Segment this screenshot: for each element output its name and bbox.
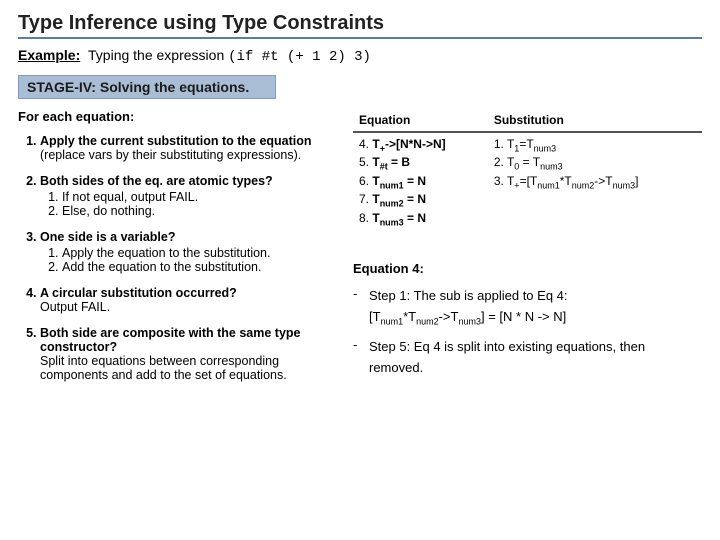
algo-step-head: A circular substitution occurred? bbox=[40, 286, 237, 300]
algo-substep: Else, do nothing. bbox=[62, 204, 343, 218]
algo-substep: Apply the equation to the substitution. bbox=[62, 246, 343, 260]
equation-table: Equation Substitution 4. T+->[N*N->N]5. … bbox=[353, 109, 702, 233]
explain-step1-lead: Step 1: The sub is applied to Eq 4: bbox=[369, 288, 568, 303]
algo-step-tail: Output FAIL. bbox=[40, 300, 110, 314]
algo-step: A circular substitution occurred? Output… bbox=[40, 286, 343, 314]
explain-step1-eq: [Tnum1*Tnum2->Tnum3] = [N * N -> N] bbox=[369, 309, 566, 324]
equation-cell: 4. T+->[N*N->N]5. T#t = B6. Tnum1 = N7. … bbox=[353, 132, 488, 233]
slide: Type Inference using Type Constraints Ex… bbox=[0, 0, 720, 540]
bullet-dash: - bbox=[353, 337, 369, 379]
explain-header: Equation 4: bbox=[353, 261, 702, 276]
algo-step-head: Both sides of the eq. are atomic types? bbox=[40, 174, 273, 188]
example-code: (if #t (+ 1 2) 3) bbox=[228, 49, 371, 65]
algo-step-tail: (replace vars by their substituting expr… bbox=[40, 148, 301, 162]
bullet-dash: - bbox=[353, 286, 369, 329]
algo-substep: Add the equation to the substitution. bbox=[62, 260, 343, 274]
page-title: Type Inference using Type Constraints bbox=[18, 12, 702, 35]
algo-step: Both side are composite with the same ty… bbox=[40, 326, 343, 382]
example-line: Example: Typing the expression (if #t (+… bbox=[18, 47, 702, 65]
algo-step: Both sides of the eq. are atomic types? … bbox=[40, 174, 343, 218]
table-header-substitution: Substitution bbox=[488, 109, 702, 132]
algo-substep: If not equal, output FAIL. bbox=[62, 190, 343, 204]
table-header-equation: Equation bbox=[353, 109, 488, 132]
algo-step-head: Both side are composite with the same ty… bbox=[40, 326, 300, 354]
explain-step5: Step 5: Eq 4 is split into existing equa… bbox=[369, 337, 702, 379]
for-each-label: For each equation: bbox=[18, 109, 343, 124]
algo-step-head: Apply the current substitution to the eq… bbox=[40, 134, 312, 148]
algorithm-list: Apply the current substitution to the eq… bbox=[18, 134, 343, 382]
stage-band: STAGE-IV: Solving the equations. bbox=[18, 75, 276, 99]
title-area: Type Inference using Type Constraints bbox=[18, 12, 702, 39]
algo-step-head: One side is a variable? bbox=[40, 230, 175, 244]
right-column: Equation Substitution 4. T+->[N*N->N]5. … bbox=[353, 109, 702, 394]
example-lead-text: Typing the expression bbox=[88, 47, 224, 63]
explain-step1: Step 1: The sub is applied to Eq 4: [Tnu… bbox=[369, 286, 702, 329]
algo-step-tail: Split into equations between correspondi… bbox=[40, 354, 287, 382]
algo-step: One side is a variable? Apply the equati… bbox=[40, 230, 343, 274]
content-row: For each equation: Apply the current sub… bbox=[18, 109, 702, 394]
explanation-block: Equation 4: - Step 1: The sub is applied… bbox=[353, 261, 702, 378]
table-row: 4. T+->[N*N->N]5. T#t = B6. Tnum1 = N7. … bbox=[353, 132, 702, 233]
algo-step: Apply the current substitution to the eq… bbox=[40, 134, 343, 162]
example-label: Example: bbox=[18, 47, 80, 63]
substitution-cell: 1. T1=Tnum32. T0 = Tnum33. T+=[Tnum1*Tnu… bbox=[488, 132, 702, 233]
algorithm-column: For each equation: Apply the current sub… bbox=[18, 109, 343, 394]
